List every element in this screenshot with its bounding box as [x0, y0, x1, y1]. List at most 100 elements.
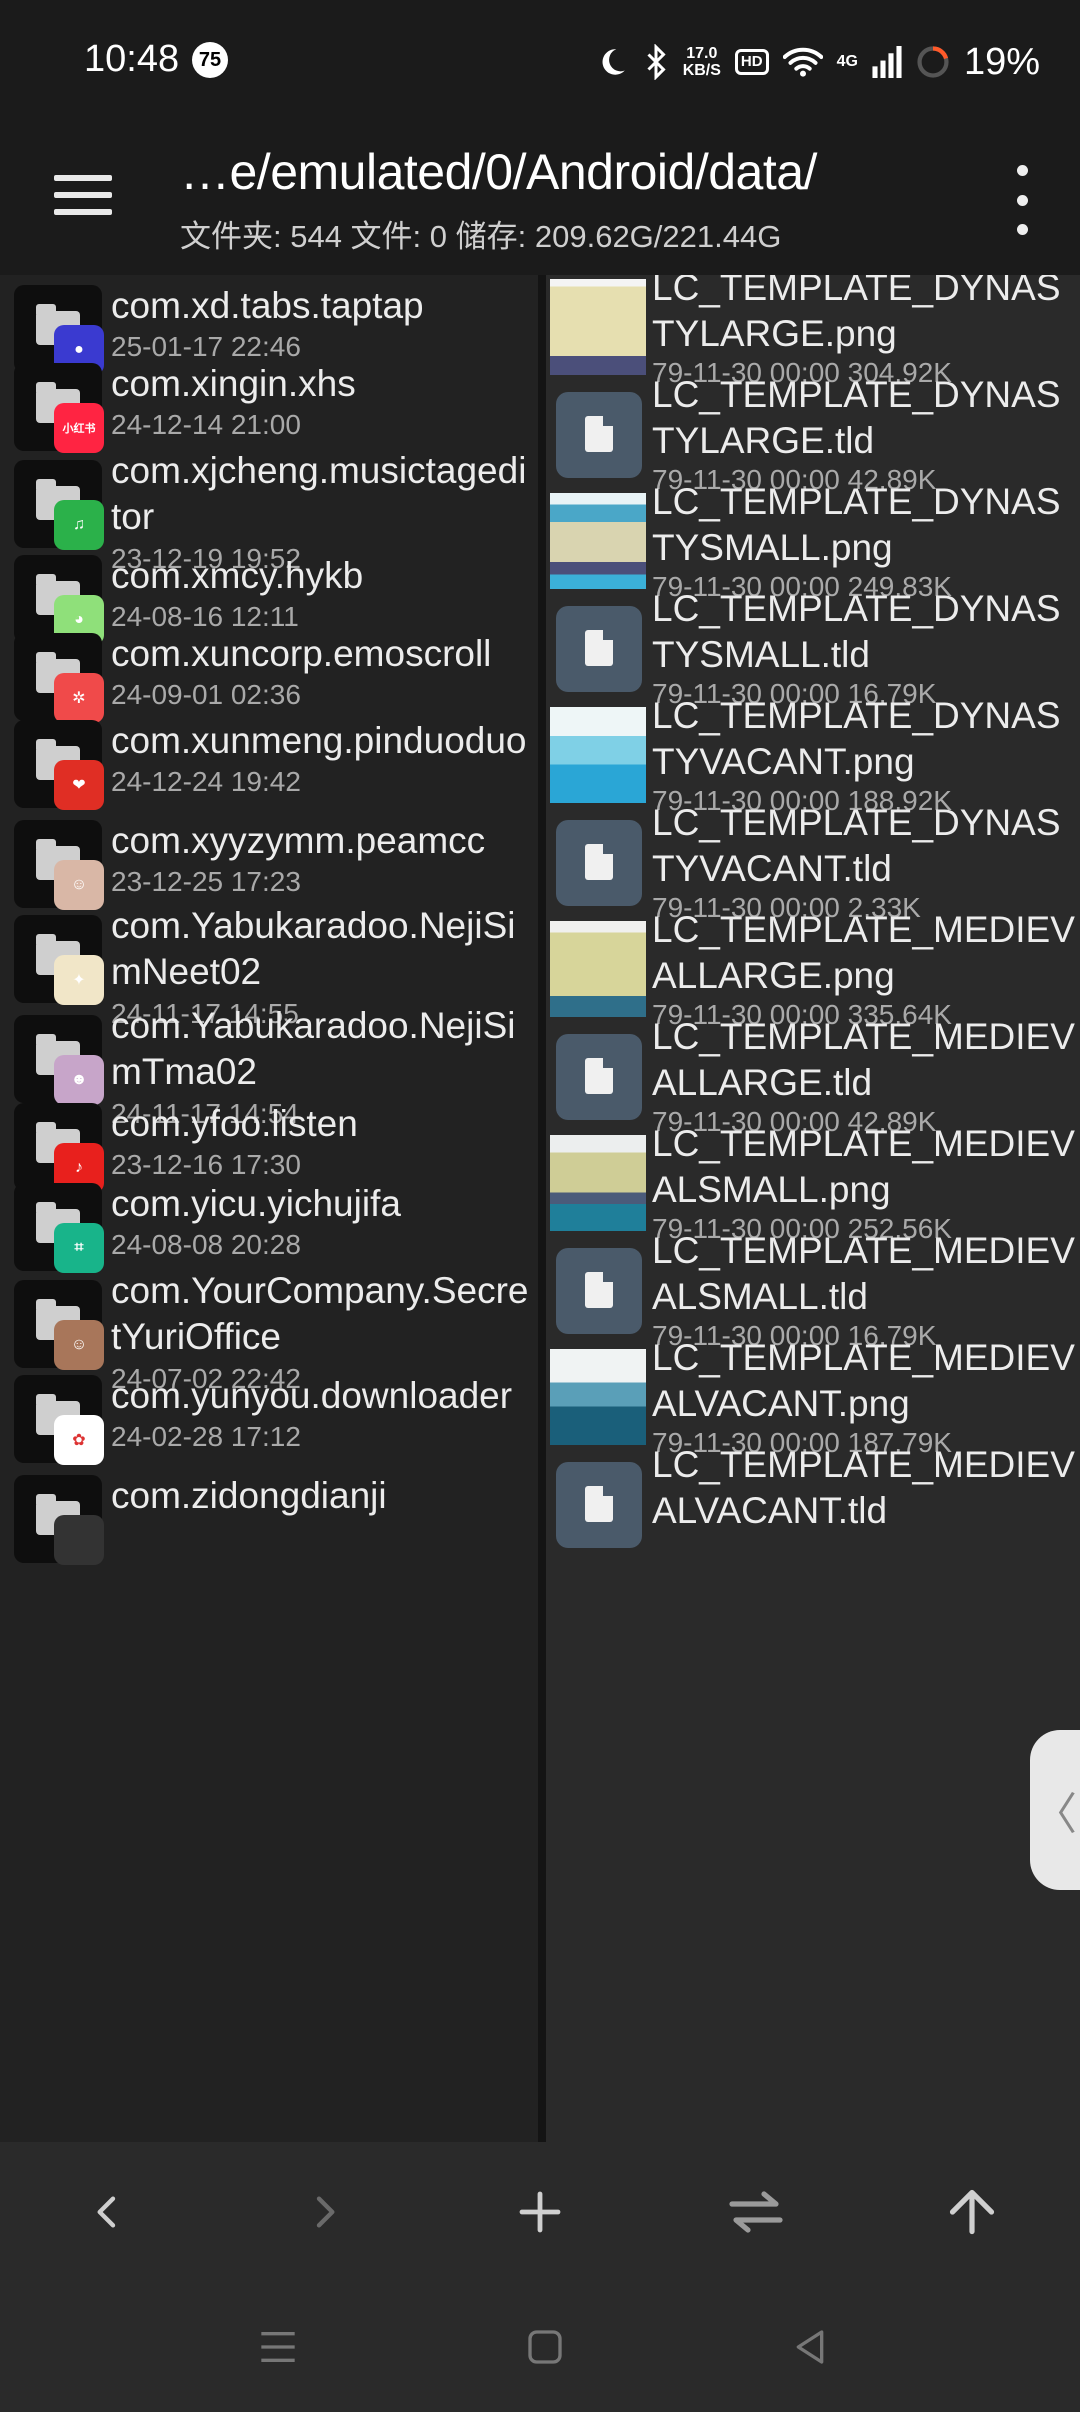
folder-row[interactable]: 小红书 com.xingin.xhs 24-12-14 21:00 [0, 353, 538, 453]
image-thumbnail [550, 493, 646, 589]
hd-icon: HD [734, 49, 769, 75]
image-thumbnail [550, 707, 646, 803]
file-name: LC_TEMPLATE_MEDIEVALVACANT.png [652, 1337, 1075, 1424]
battery-ring-icon [916, 45, 950, 79]
folder-name: com.yicu.yichujifa [111, 1183, 401, 1224]
menu-icon[interactable] [52, 167, 114, 229]
file-row[interactable]: LC_TEMPLATE_DYNASTYSMALL.png 79-11-30 00:… [546, 479, 1080, 602]
folder-row[interactable]: ◕ com.xmcy.hykb 24-08-16 12:11 [0, 545, 538, 645]
folder-name: com.xmcy.hykb [111, 555, 364, 596]
folder-row[interactable]: ✦ com.Yabukaradoo.NejiSimNeet02 24-11-17 1… [0, 895, 538, 1029]
folder-name: com.xunmeng.pinduoduo [111, 720, 527, 761]
folder-icon: ✿ [14, 1375, 104, 1465]
add-icon[interactable] [500, 2172, 580, 2252]
folder-icon: ❤ [14, 720, 104, 810]
folder-row[interactable]: com.zidongdianji [0, 1465, 538, 1565]
document-icon [556, 606, 642, 692]
swap-icon[interactable] [716, 2172, 796, 2252]
folder-name: com.zidongdianji [111, 1475, 387, 1516]
folder-icon [14, 1475, 104, 1565]
document-icon [556, 1462, 642, 1548]
home-icon[interactable] [505, 2307, 585, 2387]
file-row[interactable]: LC_TEMPLATE_DYNASTYVACANT.tld 79-11-30 00… [546, 800, 1080, 923]
folder-date: 24-08-08 20:28 [111, 1229, 301, 1260]
folder-row[interactable]: ♪ com.yfoo.listen 23-12-16 17:30 [0, 1093, 538, 1193]
folder-row[interactable]: ✲ com.xuncorp.emoscroll 24-09-01 02:36 [0, 623, 538, 723]
folder-name: com.xuncorp.emoscroll [111, 633, 492, 674]
app-bar: …e/emulated/0/Android/data/ 文件夹: 544 文件:… [0, 125, 1080, 275]
file-row[interactable]: LC_TEMPLATE_MEDIEVALSMALL.tld 79-11-30 00… [546, 1228, 1080, 1351]
status-time: 10:48 [84, 38, 180, 80]
file-name: LC_TEMPLATE_DYNASTYLARGE.png [652, 275, 1061, 354]
file-name: LC_TEMPLATE_MEDIEVALSMALL.png [652, 1123, 1075, 1210]
folder-row[interactable]: ● com.xd.tabs.taptap 25-01-17 22:46 [0, 275, 538, 375]
back-icon[interactable] [68, 2172, 148, 2252]
file-row[interactable]: LC_TEMPLATE_MEDIEVALLARGE.png 79-11-30 00… [546, 907, 1080, 1030]
folder-name: com.xd.tabs.taptap [111, 285, 424, 326]
app-icon [54, 1515, 104, 1565]
forward-icon[interactable] [284, 2172, 364, 2252]
file-row[interactable]: LC_TEMPLATE_MEDIEVALVACANT.tld [546, 1442, 1080, 1549]
folder-name: com.yfoo.listen [111, 1103, 358, 1144]
folder-row[interactable]: ❤ com.xunmeng.pinduoduo 24-12-24 19:42 [0, 710, 538, 810]
cellular-type: 4G [836, 53, 858, 70]
folder-row[interactable]: ☺ com.xyyzymm.peamcc 23-12-25 17:23 [0, 810, 538, 910]
left-file-pane[interactable]: ● com.xd.tabs.taptap 25-01-17 22:46 小红书 com.… [0, 275, 538, 2142]
file-row[interactable]: LC_TEMPLATE_DYNASTYVACANT.png 79-11-30 00… [546, 693, 1080, 816]
folder-date: 24-02-28 17:12 [111, 1421, 301, 1452]
folder-icon: ♫ [14, 460, 104, 550]
folder-name: com.Yabukaradoo.NejiSimNeet02 [111, 905, 516, 992]
signal-icon [872, 46, 902, 78]
image-thumbnail [550, 279, 646, 375]
girl-avatar-icon: ☺ [54, 1320, 104, 1370]
folder-icon: ☻ [14, 1015, 104, 1105]
file-row[interactable]: LC_TEMPLATE_MEDIEVALLARGE.tld 79-11-30 00… [546, 1014, 1080, 1137]
notification-count-badge: 75 [192, 42, 228, 78]
system-nav-bar [0, 2282, 1080, 2412]
file-row[interactable]: LC_TEMPLATE_DYNASTYLARGE.tld 79-11-30 00:… [546, 372, 1080, 495]
image-thumbnail [550, 921, 646, 1017]
folder-name: com.xingin.xhs [111, 363, 356, 404]
bluetooth-icon [643, 44, 669, 80]
folder-name: com.YourCompany.SecretYuriOffice [111, 1270, 529, 1357]
file-name: LC_TEMPLATE_DYNASTYVACANT.png [652, 695, 1061, 782]
wifi-icon [782, 46, 823, 78]
file-name: LC_TEMPLATE_DYNASTYSMALL.tld [652, 588, 1061, 675]
moon-icon [595, 45, 629, 79]
file-row[interactable]: LC_TEMPLATE_MEDIEVALSMALL.png 79-11-30 00… [546, 1121, 1080, 1244]
side-drawer-handle[interactable]: 〈 [1030, 1730, 1080, 1890]
folder-name: com.xyyzymm.peamcc [111, 820, 486, 861]
file-row[interactable]: LC_TEMPLATE_DYNASTYLARGE.png 79-11-30 00:… [546, 275, 1080, 388]
recents-icon[interactable] [238, 2307, 318, 2387]
folder-row[interactable]: ✿ com.yunyou.downloader 24-02-28 17:12 [0, 1365, 538, 1465]
up-icon[interactable] [932, 2172, 1012, 2252]
folder-row[interactable]: ☻ com.Yabukaradoo.NejiSimTma02 24-11-17 14… [0, 995, 538, 1129]
folder-icon: ⌗ [14, 1183, 104, 1273]
folder-icon: ☺ [14, 1280, 104, 1370]
nav-back-icon[interactable] [770, 2307, 850, 2387]
more-options-icon[interactable] [1004, 165, 1040, 235]
file-name: LC_TEMPLATE_MEDIEVALLARGE.tld [652, 1016, 1075, 1103]
folder-date: 24-12-24 19:42 [111, 766, 301, 797]
folder-summary: 文件夹: 544 文件: 0 储存: 209.62G/221.44G [180, 219, 782, 254]
file-row[interactable]: LC_TEMPLATE_MEDIEVALVACANT.png 79-11-30 0… [546, 1335, 1080, 1458]
right-file-pane[interactable]: LC_TEMPLATE_DYNASTYLARGE.png 79-11-30 00:… [546, 275, 1080, 2142]
file-name: LC_TEMPLATE_DYNASTYVACANT.tld [652, 802, 1061, 889]
file-name: LC_TEMPLATE_MEDIEVALLARGE.png [652, 909, 1075, 996]
folder-date: 24-12-14 21:00 [111, 409, 301, 440]
pane-divider[interactable] [538, 275, 546, 2142]
folder-row[interactable]: ♫ com.xjcheng.musictageditor 23-12-19 19:5… [0, 440, 538, 574]
music-note-icon: ♫ [54, 500, 104, 550]
current-path[interactable]: …e/emulated/0/Android/data/ [180, 143, 817, 201]
folder-row[interactable]: ☺ com.YourCompany.SecretYuriOffice 24-07-0… [0, 1260, 538, 1394]
file-row[interactable]: LC_TEMPLATE_DYNASTYSMALL.tld 79-11-30 00:… [546, 586, 1080, 709]
folder-name: com.xjcheng.musictageditor [111, 450, 527, 537]
folder-icon: ✲ [14, 633, 104, 723]
document-icon [556, 392, 642, 478]
document-icon [556, 1034, 642, 1120]
folder-row[interactable]: ⌗ com.yicu.yichujifa 24-08-08 20:28 [0, 1173, 538, 1273]
folder-icon: ✦ [14, 915, 104, 1005]
document-icon [556, 1248, 642, 1334]
folder-name: com.yunyou.downloader [111, 1375, 513, 1416]
folder-icon: 小红书 [14, 363, 104, 453]
